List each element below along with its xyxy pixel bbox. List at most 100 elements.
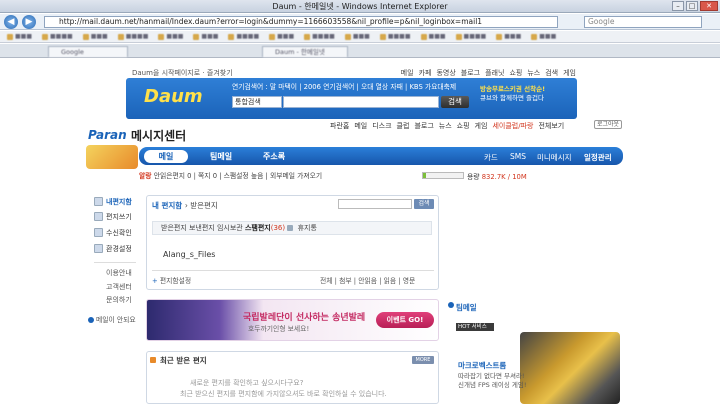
banner-ad[interactable]: 방송무료스키권 선착순! 큐브와 함께하면 즐겁다 bbox=[480, 85, 572, 103]
tab-daum[interactable]: Daum - 한메일넷 bbox=[262, 46, 348, 57]
daum-link-video[interactable]: 동영상 bbox=[436, 68, 455, 78]
bookmark[interactable]: ■■■■ bbox=[225, 33, 262, 41]
logout-button[interactable]: 로그아웃 bbox=[594, 120, 623, 129]
bookmark[interactable]: ■■■■ bbox=[453, 33, 490, 41]
back-icon[interactable]: ◀ bbox=[4, 15, 18, 29]
recent-empty-line2: 최근 받으신 편지를 편지함에 가지않으셔도 바로 확인하실 수 있습니다. bbox=[180, 390, 387, 398]
minimize-button[interactable]: – bbox=[672, 1, 684, 11]
recent-more-button[interactable]: MORE bbox=[412, 356, 434, 364]
paran-link-club[interactable]: 클럽 bbox=[397, 121, 410, 131]
folder-spam[interactable]: 스팸편지 bbox=[245, 224, 271, 232]
daum-link-search[interactable]: 검색 bbox=[545, 68, 558, 78]
paran-link-disk[interactable]: 디스크 bbox=[372, 121, 391, 131]
hot-service-title[interactable]: 마크로벡스트롬 bbox=[458, 360, 506, 371]
bookmark[interactable]: ■■■■ bbox=[115, 33, 152, 41]
daum-link-news[interactable]: 뉴스 bbox=[527, 68, 540, 78]
help-link[interactable]: 메일이 안되요 bbox=[88, 314, 136, 324]
folder-trash[interactable]: 휴지통 bbox=[298, 224, 317, 232]
tab-team-mail[interactable]: 팀메일 bbox=[210, 151, 232, 162]
sidebar-item-guide[interactable]: 이용안내 bbox=[106, 268, 132, 278]
recent-mail-title: 최근 받은 편지 bbox=[160, 356, 207, 365]
paran-logo[interactable]: Paran bbox=[88, 128, 127, 142]
daum-link-cafe[interactable]: 카페 bbox=[419, 68, 432, 78]
tab-google[interactable]: Google bbox=[48, 46, 128, 57]
url-input[interactable]: http://mail.daum.net/hanmail/Index.daum?… bbox=[44, 16, 558, 28]
paran-link-sayclub[interactable]: 세이클럽/파랑 bbox=[492, 121, 533, 131]
daum-search-button[interactable]: 검색 bbox=[441, 96, 469, 108]
nav-sms[interactable]: SMS bbox=[510, 152, 526, 161]
sidebar-item-mailbox[interactable]: 내편지함 bbox=[106, 197, 132, 207]
quota-fill bbox=[423, 173, 427, 178]
bookmark[interactable]: ■■■ bbox=[4, 33, 35, 41]
bookmark[interactable]: ■■■ bbox=[342, 33, 373, 41]
bookmark[interactable]: ■■■ bbox=[528, 33, 559, 41]
recent-empty-line1: 새로운 편지를 확인하고 싶으시다구요? bbox=[190, 379, 304, 387]
browser-search-input[interactable]: Google bbox=[584, 16, 702, 28]
set-homepage-link[interactable]: Daum을 시작페이지로 · 즐겨찾기 bbox=[132, 68, 233, 78]
ballet-ad-subtitle: 호두까기인형 보세요! bbox=[248, 325, 310, 333]
search-scope-select[interactable]: 통합검색 bbox=[232, 96, 282, 108]
sidebar-item-inquiry[interactable]: 문의하기 bbox=[106, 295, 132, 305]
paran-link-blog[interactable]: 블로그 bbox=[414, 121, 433, 131]
compose-icon bbox=[94, 212, 103, 221]
quota-bar bbox=[422, 172, 464, 179]
daum-search-input[interactable] bbox=[283, 96, 439, 108]
banner-ad-subtitle: 큐브와 함께하면 즐겁다 bbox=[480, 94, 544, 102]
receipt-icon bbox=[94, 228, 103, 237]
daum-link-game[interactable]: 게임 bbox=[563, 68, 576, 78]
team-mail-icon bbox=[448, 302, 454, 308]
paran-link-home[interactable]: 파란홈 bbox=[330, 121, 349, 131]
custom-folder[interactable]: Alang_s_Files bbox=[163, 250, 215, 259]
mailbox-icon bbox=[94, 197, 103, 206]
bookmark[interactable]: ■■■ bbox=[493, 33, 524, 41]
daum-link-mail[interactable]: 메일 bbox=[401, 68, 414, 78]
maximize-button[interactable]: □ bbox=[686, 1, 698, 11]
folder-tabs-list[interactable]: 받은편지 보낸편지 임시보관 bbox=[161, 224, 243, 232]
paran-link-shopping[interactable]: 쇼핑 bbox=[457, 121, 470, 131]
team-mail-label[interactable]: 팀메일 bbox=[456, 302, 477, 313]
nav-card[interactable]: 카드 bbox=[484, 152, 498, 163]
settings-icon bbox=[94, 244, 103, 253]
daum-link-blog[interactable]: 블로그 bbox=[461, 68, 480, 78]
paran-link-mail[interactable]: 메일 bbox=[354, 121, 367, 131]
bookmark[interactable]: ■■■ bbox=[418, 33, 449, 41]
sidebar-divider bbox=[94, 262, 136, 263]
sidebar-item-compose[interactable]: 편지쓰기 bbox=[106, 212, 132, 222]
close-button[interactable]: ✕ bbox=[700, 1, 718, 11]
daum-link-shopping[interactable]: 쇼핑 bbox=[509, 68, 522, 78]
sidebar-item-settings[interactable]: 환경설정 bbox=[106, 244, 132, 254]
hot-desc-line2: 신개념 FPS 레이싱 게임! bbox=[458, 381, 527, 389]
window-title: Daum - 한메일넷 - Windows Internet Explorer bbox=[272, 2, 448, 11]
status-items[interactable]: 안읽은편지 0 | 쪽지 0 | 스팸설정 높음 | 외부메일 가져오기 bbox=[154, 172, 322, 180]
mailbox-settings-link[interactable]: 편지함설정 bbox=[160, 277, 191, 285]
bookmark[interactable]: ■■■ bbox=[155, 33, 186, 41]
bookmark[interactable]: ■■■ bbox=[266, 33, 297, 41]
ballet-ad-title: 국립발레단이 선사하는 송년발레 bbox=[243, 313, 366, 323]
event-go-button[interactable]: 이벤트 GO! bbox=[376, 312, 434, 328]
game-promo-image[interactable] bbox=[520, 332, 620, 404]
sidebar-item-support[interactable]: 고객센터 bbox=[106, 282, 132, 292]
folder-spam-count: (36) bbox=[270, 224, 286, 232]
daum-link-planet[interactable]: 플래닛 bbox=[485, 68, 504, 78]
mailbox-search-button[interactable]: 검색 bbox=[414, 199, 434, 209]
bookmark[interactable]: ■■■■ bbox=[377, 33, 414, 41]
nav-mini-message[interactable]: 미니메시지 bbox=[537, 152, 572, 163]
sidebar-item-receipt[interactable]: 수신확인 bbox=[106, 228, 132, 238]
trending-keywords[interactable]: 연기검색어 : 말 마택이 | 2006 연기검색어 | 오대 열상 자때 | … bbox=[232, 81, 456, 91]
daum-logo[interactable]: Daum bbox=[144, 86, 206, 112]
bookmark[interactable]: ■■■ bbox=[190, 33, 221, 41]
all-services-link[interactable]: 전체보기 bbox=[538, 121, 564, 131]
tab-address-book[interactable]: 주소록 bbox=[263, 151, 285, 162]
nav-schedule[interactable]: 일정관리 bbox=[584, 152, 612, 163]
forward-icon[interactable]: ▶ bbox=[22, 15, 36, 29]
hot-desc-line1: 따라잡기 없다면 부셔라! bbox=[458, 372, 525, 380]
bookmark[interactable]: ■■■■ bbox=[301, 33, 338, 41]
banner-ad-title: 방송무료스키권 선착순! bbox=[480, 85, 546, 93]
bookmark[interactable]: ■■■ bbox=[80, 33, 111, 41]
paran-link-news[interactable]: 뉴스 bbox=[439, 121, 452, 131]
tab-mail[interactable]: 메일 bbox=[144, 150, 188, 163]
paran-link-game[interactable]: 게임 bbox=[475, 121, 488, 131]
mailbox-filter-links[interactable]: 전체 | 첨부 | 안읽음 | 읽음 | 영문 bbox=[320, 275, 415, 285]
mailbox-search-input[interactable] bbox=[338, 199, 412, 209]
bookmark[interactable]: ■■■■ bbox=[39, 33, 76, 41]
